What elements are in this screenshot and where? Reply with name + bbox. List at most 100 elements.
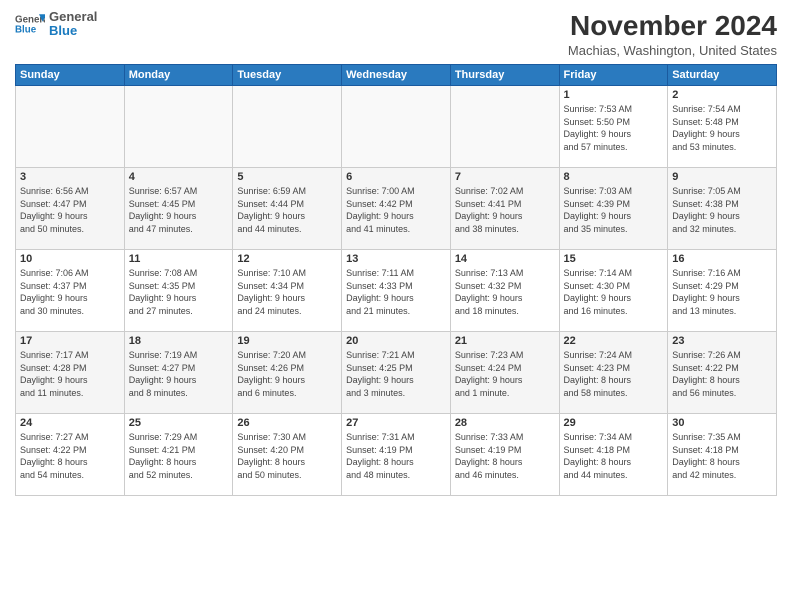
col-saturday: Saturday xyxy=(668,65,777,86)
day-info: Sunrise: 7:08 AM Sunset: 4:35 PM Dayligh… xyxy=(129,267,229,317)
header: General Blue General Blue November 2024 … xyxy=(15,10,777,58)
day-info: Sunrise: 6:59 AM Sunset: 4:44 PM Dayligh… xyxy=(237,185,337,235)
calendar-header-row: Sunday Monday Tuesday Wednesday Thursday… xyxy=(16,65,777,86)
logo-icon: General Blue xyxy=(15,12,45,36)
day-number: 20 xyxy=(346,335,446,347)
calendar-cell: 20 Sunrise: 7:21 AM Sunset: 4:25 PM Dayli… xyxy=(342,332,451,414)
day-number: 27 xyxy=(346,417,446,429)
day-info: Sunrise: 7:24 AM Sunset: 4:23 PM Dayligh… xyxy=(564,349,664,399)
day-number: 6 xyxy=(346,171,446,183)
calendar-cell: 18 Sunrise: 7:19 AM Sunset: 4:27 PM Dayli… xyxy=(124,332,233,414)
calendar-cell xyxy=(124,86,233,168)
day-number: 24 xyxy=(20,417,120,429)
day-number: 18 xyxy=(129,335,229,347)
day-number: 28 xyxy=(455,417,555,429)
day-info: Sunrise: 7:23 AM Sunset: 4:24 PM Dayligh… xyxy=(455,349,555,399)
day-number: 25 xyxy=(129,417,229,429)
calendar: Sunday Monday Tuesday Wednesday Thursday… xyxy=(15,64,777,496)
day-info: Sunrise: 7:05 AM Sunset: 4:38 PM Dayligh… xyxy=(672,185,772,235)
month-title: November 2024 xyxy=(568,10,777,42)
day-info: Sunrise: 7:31 AM Sunset: 4:19 PM Dayligh… xyxy=(346,431,446,481)
calendar-cell: 9 Sunrise: 7:05 AM Sunset: 4:38 PM Daylig… xyxy=(668,168,777,250)
day-info: Sunrise: 7:19 AM Sunset: 4:27 PM Dayligh… xyxy=(129,349,229,399)
day-info: Sunrise: 7:00 AM Sunset: 4:42 PM Dayligh… xyxy=(346,185,446,235)
day-info: Sunrise: 7:06 AM Sunset: 4:37 PM Dayligh… xyxy=(20,267,120,317)
day-info: Sunrise: 7:17 AM Sunset: 4:28 PM Dayligh… xyxy=(20,349,120,399)
day-info: Sunrise: 7:20 AM Sunset: 4:26 PM Dayligh… xyxy=(237,349,337,399)
calendar-cell: 17 Sunrise: 7:17 AM Sunset: 4:28 PM Dayli… xyxy=(16,332,125,414)
calendar-week-1: 1Sunrise: 7:53 AM Sunset: 5:50 PM Daylig… xyxy=(16,86,777,168)
calendar-cell: 14 Sunrise: 7:13 AM Sunset: 4:32 PM Dayli… xyxy=(450,250,559,332)
day-info: Sunrise: 7:26 AM Sunset: 4:22 PM Dayligh… xyxy=(672,349,772,399)
day-info: Sunrise: 7:13 AM Sunset: 4:32 PM Dayligh… xyxy=(455,267,555,317)
calendar-cell: 25Sunrise: 7:29 AM Sunset: 4:21 PM Dayli… xyxy=(124,414,233,496)
day-info: Sunrise: 6:56 AM Sunset: 4:47 PM Dayligh… xyxy=(20,185,120,235)
day-number: 7 xyxy=(455,171,555,183)
day-number: 12 xyxy=(237,253,337,265)
col-tuesday: Tuesday xyxy=(233,65,342,86)
calendar-cell: 8Sunrise: 7:03 AM Sunset: 4:39 PM Daylig… xyxy=(559,168,668,250)
calendar-cell: 16 Sunrise: 7:16 AM Sunset: 4:29 PM Dayli… xyxy=(668,250,777,332)
calendar-cell: 28Sunrise: 7:33 AM Sunset: 4:19 PM Dayli… xyxy=(450,414,559,496)
day-info: Sunrise: 6:57 AM Sunset: 4:45 PM Dayligh… xyxy=(129,185,229,235)
day-info: Sunrise: 7:10 AM Sunset: 4:34 PM Dayligh… xyxy=(237,267,337,317)
title-block: November 2024 Machias, Washington, Unite… xyxy=(568,10,777,58)
calendar-cell xyxy=(342,86,451,168)
day-number: 15 xyxy=(564,253,664,265)
calendar-cell: 6 Sunrise: 7:00 AM Sunset: 4:42 PM Daylig… xyxy=(342,168,451,250)
col-thursday: Thursday xyxy=(450,65,559,86)
day-number: 5 xyxy=(237,171,337,183)
logo: General Blue General Blue xyxy=(15,10,97,39)
calendar-week-2: 3 Sunrise: 6:56 AM Sunset: 4:47 PM Daylig… xyxy=(16,168,777,250)
calendar-cell xyxy=(16,86,125,168)
day-number: 3 xyxy=(20,171,120,183)
day-number: 9 xyxy=(672,171,772,183)
day-info: Sunrise: 7:35 AM Sunset: 4:18 PM Dayligh… xyxy=(672,431,772,481)
calendar-cell: 13 Sunrise: 7:11 AM Sunset: 4:33 PM Dayli… xyxy=(342,250,451,332)
day-number: 8 xyxy=(564,171,664,183)
day-info: Sunrise: 7:27 AM Sunset: 4:22 PM Dayligh… xyxy=(20,431,120,481)
col-wednesday: Wednesday xyxy=(342,65,451,86)
location: Machias, Washington, United States xyxy=(568,43,777,58)
col-sunday: Sunday xyxy=(16,65,125,86)
calendar-cell: 5 Sunrise: 6:59 AM Sunset: 4:44 PM Daylig… xyxy=(233,168,342,250)
day-number: 21 xyxy=(455,335,555,347)
day-number: 19 xyxy=(237,335,337,347)
calendar-cell: 15Sunrise: 7:14 AM Sunset: 4:30 PM Dayli… xyxy=(559,250,668,332)
day-number: 29 xyxy=(564,417,664,429)
calendar-cell: 11Sunrise: 7:08 AM Sunset: 4:35 PM Dayli… xyxy=(124,250,233,332)
day-info: Sunrise: 7:02 AM Sunset: 4:41 PM Dayligh… xyxy=(455,185,555,235)
calendar-cell: 26 Sunrise: 7:30 AM Sunset: 4:20 PM Dayli… xyxy=(233,414,342,496)
calendar-cell: 19 Sunrise: 7:20 AM Sunset: 4:26 PM Dayli… xyxy=(233,332,342,414)
col-monday: Monday xyxy=(124,65,233,86)
calendar-cell: 3 Sunrise: 6:56 AM Sunset: 4:47 PM Daylig… xyxy=(16,168,125,250)
day-number: 26 xyxy=(237,417,337,429)
day-info: Sunrise: 7:11 AM Sunset: 4:33 PM Dayligh… xyxy=(346,267,446,317)
calendar-cell xyxy=(233,86,342,168)
day-info: Sunrise: 7:16 AM Sunset: 4:29 PM Dayligh… xyxy=(672,267,772,317)
day-number: 14 xyxy=(455,253,555,265)
day-number: 30 xyxy=(672,417,772,429)
calendar-cell: 10Sunrise: 7:06 AM Sunset: 4:37 PM Dayli… xyxy=(16,250,125,332)
calendar-cell: 1Sunrise: 7:53 AM Sunset: 5:50 PM Daylig… xyxy=(559,86,668,168)
day-info: Sunrise: 7:54 AM Sunset: 5:48 PM Dayligh… xyxy=(672,103,772,153)
calendar-cell xyxy=(450,86,559,168)
logo-text: General Blue xyxy=(49,10,97,39)
day-info: Sunrise: 7:30 AM Sunset: 4:20 PM Dayligh… xyxy=(237,431,337,481)
day-number: 16 xyxy=(672,253,772,265)
day-info: Sunrise: 7:21 AM Sunset: 4:25 PM Dayligh… xyxy=(346,349,446,399)
svg-text:Blue: Blue xyxy=(15,25,37,36)
day-number: 13 xyxy=(346,253,446,265)
calendar-week-5: 24 Sunrise: 7:27 AM Sunset: 4:22 PM Dayli… xyxy=(16,414,777,496)
day-number: 17 xyxy=(20,335,120,347)
calendar-cell: 21 Sunrise: 7:23 AM Sunset: 4:24 PM Dayli… xyxy=(450,332,559,414)
calendar-cell: 30 Sunrise: 7:35 AM Sunset: 4:18 PM Dayli… xyxy=(668,414,777,496)
calendar-cell: 23 Sunrise: 7:26 AM Sunset: 4:22 PM Dayli… xyxy=(668,332,777,414)
day-info: Sunrise: 7:53 AM Sunset: 5:50 PM Dayligh… xyxy=(564,103,664,153)
day-number: 23 xyxy=(672,335,772,347)
col-friday: Friday xyxy=(559,65,668,86)
calendar-cell: 12 Sunrise: 7:10 AM Sunset: 4:34 PM Dayli… xyxy=(233,250,342,332)
day-number: 4 xyxy=(129,171,229,183)
calendar-cell: 22Sunrise: 7:24 AM Sunset: 4:23 PM Dayli… xyxy=(559,332,668,414)
calendar-week-3: 10Sunrise: 7:06 AM Sunset: 4:37 PM Dayli… xyxy=(16,250,777,332)
